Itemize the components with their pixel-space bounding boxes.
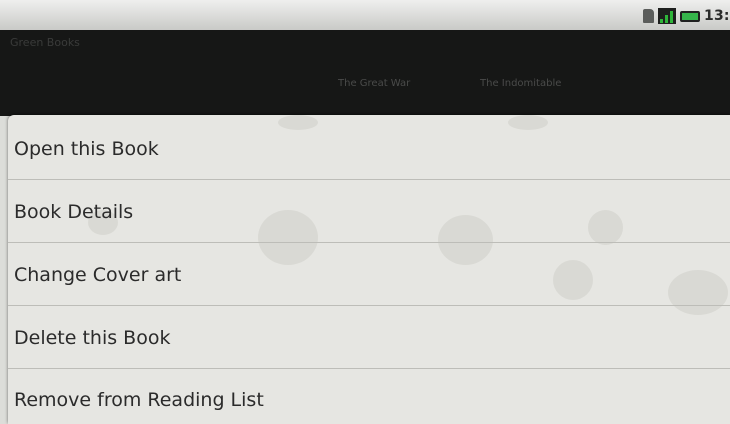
menu-item-label: Delete this Book [14, 326, 171, 349]
menu-item-delete-book[interactable]: Delete this Book [8, 307, 730, 369]
menu-item-change-cover-art[interactable]: Change Cover art [8, 244, 730, 306]
menu-item-label: Remove from Reading List [14, 389, 264, 411]
app-title: Green Books [10, 36, 80, 49]
status-icons: 13:5 [643, 6, 730, 26]
battery-icon [680, 10, 700, 22]
menu-item-book-details[interactable]: Book Details [8, 181, 730, 243]
menu-item-open-book[interactable]: Open this Book [8, 118, 730, 180]
menu-item-remove-from-reading-list[interactable]: Remove from Reading List [8, 369, 730, 424]
status-clock: 13:5 [704, 8, 730, 24]
tab-the-great-war[interactable]: The Great War [338, 78, 410, 89]
menu-item-label: Open this Book [14, 137, 159, 160]
android-screen: 13:5 Green Books The Great War The Indom… [0, 0, 730, 424]
book-context-menu: Open this Book Book Details Change Cover… [8, 115, 730, 424]
status-bar: 13:5 [0, 0, 730, 31]
tab-the-indomitable[interactable]: The Indomitable [480, 78, 561, 89]
sd-card-icon [643, 9, 654, 23]
menu-item-label: Change Cover art [14, 263, 182, 286]
signal-icon [658, 8, 676, 24]
menu-item-label: Book Details [14, 200, 134, 223]
app-header: Green Books The Great War The Indomitabl… [0, 30, 730, 116]
